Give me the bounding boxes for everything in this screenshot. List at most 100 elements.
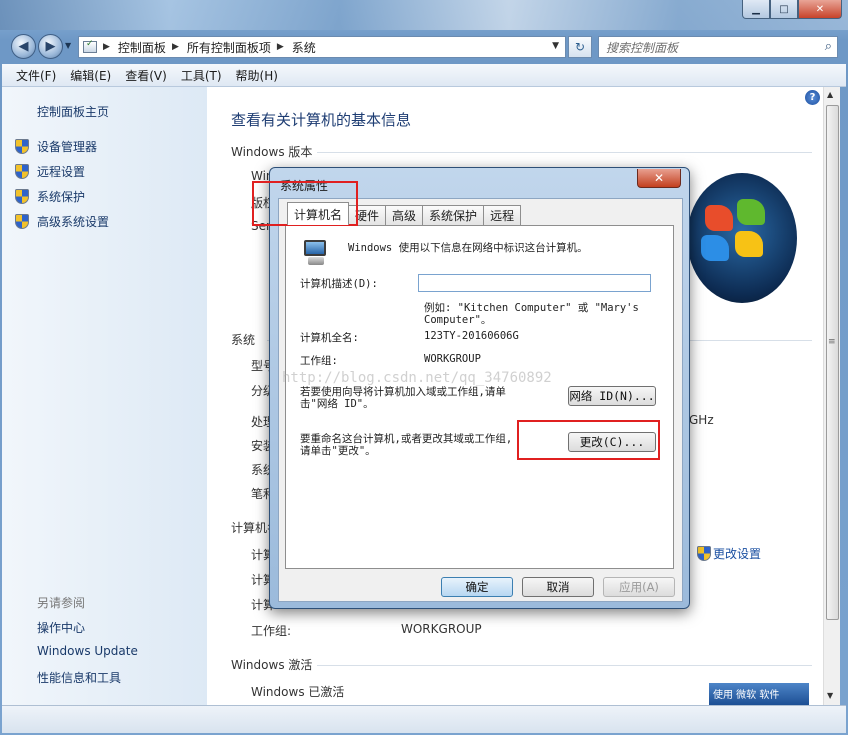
- system-protection-link[interactable]: 系统保护: [15, 188, 85, 205]
- cpu-speed-suffix: GHz: [689, 413, 714, 427]
- workgroup-label: 工作组:: [300, 355, 338, 367]
- vertical-scrollbar[interactable]: ▲ ≡ ▼: [823, 87, 840, 705]
- device-manager-link[interactable]: 设备管理器: [15, 138, 97, 155]
- computer-name-panel: Windows 使用以下信息在网络中标识这台计算机。 计算机描述(D): 例如:…: [285, 225, 674, 569]
- scroll-down-icon[interactable]: ▼: [827, 691, 833, 700]
- performance-info-link[interactable]: 性能信息和工具: [37, 669, 121, 686]
- task-label: 设备管理器: [37, 140, 98, 154]
- search-box[interactable]: 搜索控制面板 ⌕: [598, 36, 838, 58]
- dialog-body: 计算机名 硬件 高级 系统保护 远程 Windows 使用以下信息在网络中标识这…: [278, 198, 683, 602]
- breadcrumb-system[interactable]: 系统: [292, 39, 316, 56]
- network-id-button[interactable]: 网络 ID(N)...: [568, 386, 656, 406]
- breadcrumb-separator-icon[interactable]: ▶: [277, 42, 284, 52]
- menu-help[interactable]: 帮助(H): [236, 67, 278, 84]
- task-label: 远程设置: [37, 165, 86, 179]
- control-panel-home-link[interactable]: 控制面板主页: [37, 103, 109, 120]
- breadcrumb-all-items[interactable]: 所有控制面板项: [187, 39, 271, 56]
- task-label: 系统保护: [37, 190, 86, 204]
- divider: [317, 152, 812, 153]
- back-button[interactable]: ◀: [11, 34, 36, 59]
- status-bar: [2, 705, 846, 733]
- change-settings-link[interactable]: 更改设置: [697, 545, 761, 562]
- tab-advanced[interactable]: 高级: [385, 205, 424, 225]
- maximize-button[interactable]: □: [770, 0, 798, 19]
- menu-edit[interactable]: 编辑(E): [70, 67, 111, 84]
- logo-yellow-pane: [735, 231, 763, 257]
- minimize-button[interactable]: ▁: [742, 0, 770, 19]
- genuine-software-badge[interactable]: 使用 微软 软件: [709, 683, 809, 705]
- breadcrumb-control-panel[interactable]: 控制面板: [118, 39, 166, 56]
- shield-icon: [15, 164, 29, 179]
- full-name-label: 计算机全名:: [300, 332, 359, 344]
- workgroup-value: WORKGROUP: [401, 622, 482, 636]
- logo-blue-pane: [701, 235, 729, 261]
- title-bar: [0, 0, 848, 30]
- genuine-badge-label: 使用 微软 软件: [713, 690, 780, 701]
- refresh-button[interactable]: ↻: [568, 36, 592, 58]
- windows-update-link[interactable]: Windows Update: [37, 644, 138, 658]
- action-center-link[interactable]: 操作中心: [37, 619, 85, 636]
- section-system: 系统: [231, 333, 256, 347]
- search-icon[interactable]: ⌕: [825, 39, 832, 54]
- network-id-text-line2: 击"网络 ID"。: [300, 398, 374, 410]
- advanced-system-settings-link[interactable]: 高级系统设置: [15, 213, 109, 230]
- navigation-bar: ◀ ▶ ▼ ▶ 控制面板 ▶ 所有控制面板项 ▶ 系统 ▼ ↻ 搜索控制面板 ⌕: [0, 31, 848, 61]
- search-input[interactable]: 搜索控制面板: [606, 39, 678, 56]
- scrollbar-thumb[interactable]: [826, 105, 839, 620]
- ok-button[interactable]: 确定: [441, 577, 513, 597]
- section-windows-edition: Windows 版本: [231, 145, 313, 159]
- tab-system-protection[interactable]: 系统保护: [422, 205, 485, 225]
- menu-bar: 文件(F) 编辑(E) 查看(V) 工具(T) 帮助(H): [2, 64, 846, 87]
- apply-button[interactable]: 应用(A): [603, 577, 675, 597]
- logo-green-pane: [737, 199, 765, 225]
- window-controls: ▁ □ ✕: [742, 0, 842, 19]
- dialog-close-button[interactable]: ✕: [637, 169, 681, 188]
- monitor-screen: [304, 240, 326, 256]
- description-input[interactable]: [419, 275, 650, 291]
- menu-file[interactable]: 文件(F): [16, 67, 56, 84]
- see-also-heading: 另请参阅: [37, 596, 86, 610]
- page-title: 查看有关计算机的基本信息: [231, 111, 412, 129]
- description-field-box[interactable]: [418, 274, 651, 292]
- close-button[interactable]: ✕: [798, 0, 842, 19]
- shield-icon: [15, 189, 29, 204]
- computer-icon: [300, 240, 332, 266]
- shield-icon: [697, 546, 711, 561]
- change-settings-label: 更改设置: [713, 547, 762, 561]
- shield-icon: [15, 139, 29, 154]
- forward-button[interactable]: ▶: [38, 34, 63, 59]
- system-properties-dialog: 系统属性 ✕ 计算机名 硬件 高级 系统保护 远程 Windows 使用以下信息…: [269, 167, 690, 609]
- dialog-tabs: 计算机名 硬件 高级 系统保护 远程: [287, 202, 522, 225]
- section-activation: Windows 激活: [231, 658, 313, 672]
- full-name-value: 123TY-20160606G: [424, 330, 519, 342]
- logo-red-pane: [705, 205, 733, 231]
- monitor-base: [308, 257, 324, 265]
- address-bar[interactable]: ▶ 控制面板 ▶ 所有控制面板项 ▶ 系统 ▼: [78, 36, 566, 58]
- example-text-line2: Computer"。: [424, 314, 492, 326]
- tab-hardware[interactable]: 硬件: [348, 205, 387, 225]
- address-dropdown-icon[interactable]: ▼: [552, 41, 559, 51]
- control-panel-icon: [83, 39, 97, 53]
- help-icon[interactable]: ?: [805, 90, 820, 105]
- activation-status: Windows 已激活: [251, 685, 345, 699]
- left-task-pane: 控制面板主页 设备管理器 远程设置 系统保护 高级系统设置 另请参阅 操作中心 …: [2, 87, 207, 705]
- tab-remote[interactable]: 远程: [483, 205, 522, 225]
- workgroup-label: 工作组:: [251, 624, 292, 638]
- description-label: 计算机描述(D):: [300, 278, 378, 290]
- remote-settings-link[interactable]: 远程设置: [15, 163, 85, 180]
- breadcrumb-separator-icon[interactable]: ▶: [172, 42, 179, 52]
- cancel-button[interactable]: 取消: [522, 577, 594, 597]
- menu-tools[interactable]: 工具(T): [181, 67, 222, 84]
- breadcrumb-separator-icon[interactable]: ▶: [103, 42, 110, 52]
- task-label: 高级系统设置: [37, 215, 110, 229]
- dialog-title: 系统属性: [280, 179, 329, 193]
- divider: [317, 665, 812, 666]
- change-button[interactable]: 更改(C)...: [568, 432, 656, 452]
- menu-view[interactable]: 查看(V): [125, 67, 167, 84]
- workgroup-value: WORKGROUP: [424, 353, 481, 365]
- scroll-grip-icon: ≡: [828, 337, 836, 347]
- recent-pages-dropdown-icon[interactable]: ▼: [65, 41, 71, 50]
- scroll-up-icon[interactable]: ▲: [827, 90, 833, 99]
- shield-icon: [15, 214, 29, 229]
- tab-computer-name[interactable]: 计算机名: [287, 202, 350, 225]
